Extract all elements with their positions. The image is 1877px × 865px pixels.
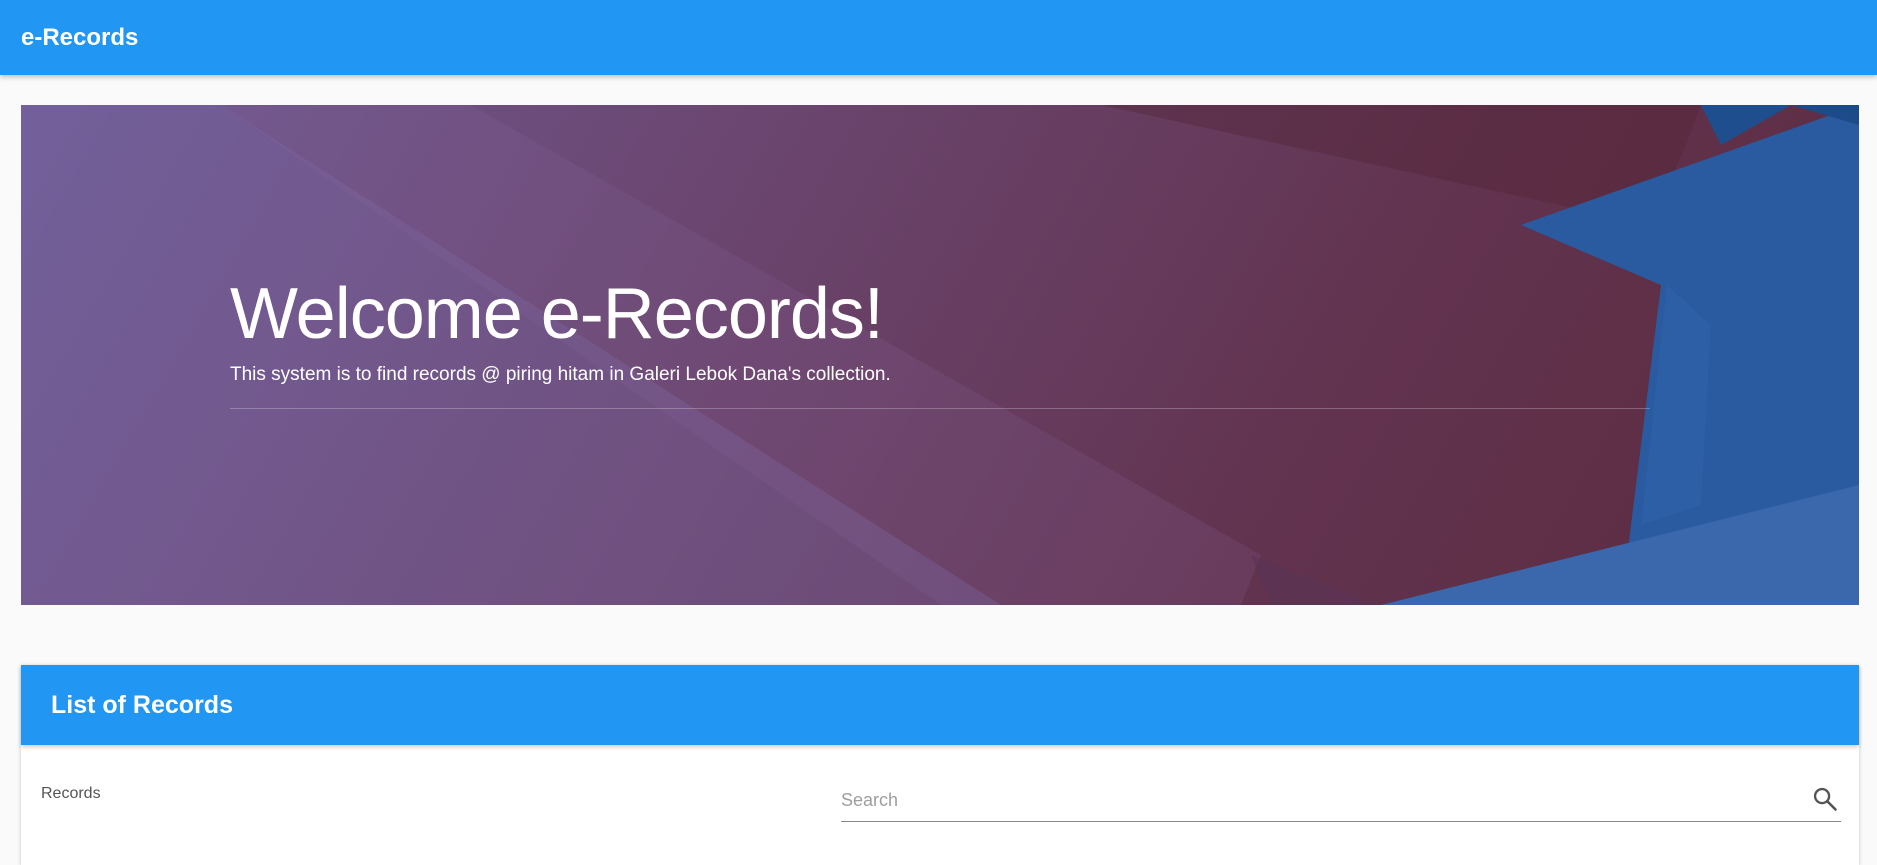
hero-divider — [230, 408, 1650, 410]
top-app-bar: e-Records — [0, 0, 1877, 75]
records-card: List of Records Records — [21, 665, 1859, 865]
hero-title: Welcome e-Records! — [230, 274, 884, 354]
brand-title[interactable]: e-Records — [21, 24, 138, 52]
records-card-header: List of Records — [21, 665, 1859, 745]
records-card-title: List of Records — [51, 690, 233, 719]
hero-content: Welcome e-Records! This system is to fin… — [230, 274, 1650, 410]
search-icon[interactable] — [1811, 785, 1839, 813]
search-field — [841, 777, 1841, 822]
records-label: Records — [41, 785, 101, 802]
hero-banner: Welcome e-Records! This system is to fin… — [21, 105, 1859, 605]
hero-subtitle: This system is to find records @ piring … — [230, 364, 891, 386]
search-input[interactable] — [841, 785, 1781, 815]
